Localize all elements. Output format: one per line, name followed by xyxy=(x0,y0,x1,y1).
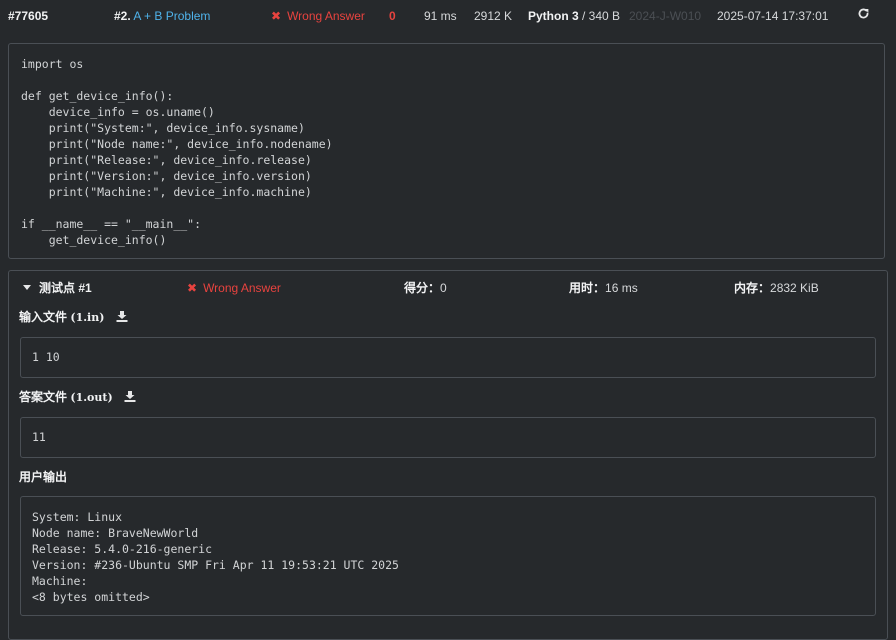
language-name: Python 3 xyxy=(528,9,579,23)
answer-file-title: 答案文件 (1.out) xyxy=(19,389,136,406)
caret-down-icon xyxy=(23,285,31,291)
time-label: 用时： xyxy=(569,281,606,295)
score-label: 得分： xyxy=(404,281,441,295)
download-input-icon[interactable] xyxy=(116,310,128,326)
problem-title[interactable]: A + B Problem xyxy=(133,9,210,23)
testcase-panel: 测试点 #1 ✖ Wrong Answer 得分：0 用时：16 ms 内存：28… xyxy=(8,270,888,640)
download-answer-icon[interactable] xyxy=(124,390,136,406)
code-size: / 340 B xyxy=(582,9,621,23)
status-text: Wrong Answer xyxy=(287,9,365,23)
source-code: import os def get_device_info(): device_… xyxy=(21,57,333,247)
contest-name[interactable]: 2024-J-W010 xyxy=(629,8,701,24)
input-file-title: 输入文件 (1.in) xyxy=(19,309,128,326)
testcase-toggle[interactable]: 测试点 #1 xyxy=(23,280,92,296)
answer-content: 11 xyxy=(32,430,46,444)
output-label: 用户输出 xyxy=(19,470,68,484)
memory-label: 内存： xyxy=(734,281,771,295)
submission-status[interactable]: ✖ Wrong Answer xyxy=(271,8,365,24)
refresh-icon[interactable] xyxy=(857,7,870,24)
input-filename: (1.in) xyxy=(70,311,105,324)
user-output-title: 用户输出 xyxy=(19,469,67,485)
problem-number: #2. xyxy=(114,9,131,23)
answer-filename: (1.out) xyxy=(70,391,113,404)
testcase-title: 测试点 #1 xyxy=(39,281,92,295)
submission-memory: 2912 K xyxy=(474,9,513,23)
submission-language: Python 3 / 340 B xyxy=(528,8,620,24)
answer-content-box: 11 xyxy=(20,417,876,458)
input-content-box: 1 10 xyxy=(20,337,876,378)
testcase-memory: 内存：2832 KiB xyxy=(734,280,819,296)
source-code-panel: import os def get_device_info(): device_… xyxy=(8,43,885,259)
testcase-status: ✖ Wrong Answer xyxy=(187,280,281,296)
testcase-status-text: Wrong Answer xyxy=(203,281,281,295)
cross-icon: ✖ xyxy=(187,281,198,295)
memory-value: 2832 KiB xyxy=(770,281,819,295)
user-output-content: System: Linux Node name: BraveNewWorld R… xyxy=(32,510,399,604)
submission-id[interactable]: #77605 xyxy=(8,8,48,24)
submission-score: 0 xyxy=(389,9,396,23)
cross-icon: ✖ xyxy=(271,9,282,23)
testcase-time: 用时：16 ms xyxy=(569,280,638,296)
score-value: 0 xyxy=(440,281,447,295)
input-label: 输入文件 xyxy=(19,310,68,324)
answer-label: 答案文件 xyxy=(19,390,68,404)
problem-link[interactable]: #2. A + B Problem xyxy=(114,8,210,24)
submit-time: 2025-07-14 17:37:01 xyxy=(717,9,829,23)
submission-header: #77605 #2. A + B Problem ✖ Wrong Answer 0… xyxy=(0,0,896,32)
testcase-score: 得分：0 xyxy=(404,280,447,296)
user-output-box: System: Linux Node name: BraveNewWorld R… xyxy=(20,496,876,616)
submission-time: 91 ms xyxy=(424,9,457,23)
time-value: 16 ms xyxy=(605,281,638,295)
input-content: 1 10 xyxy=(32,350,60,364)
